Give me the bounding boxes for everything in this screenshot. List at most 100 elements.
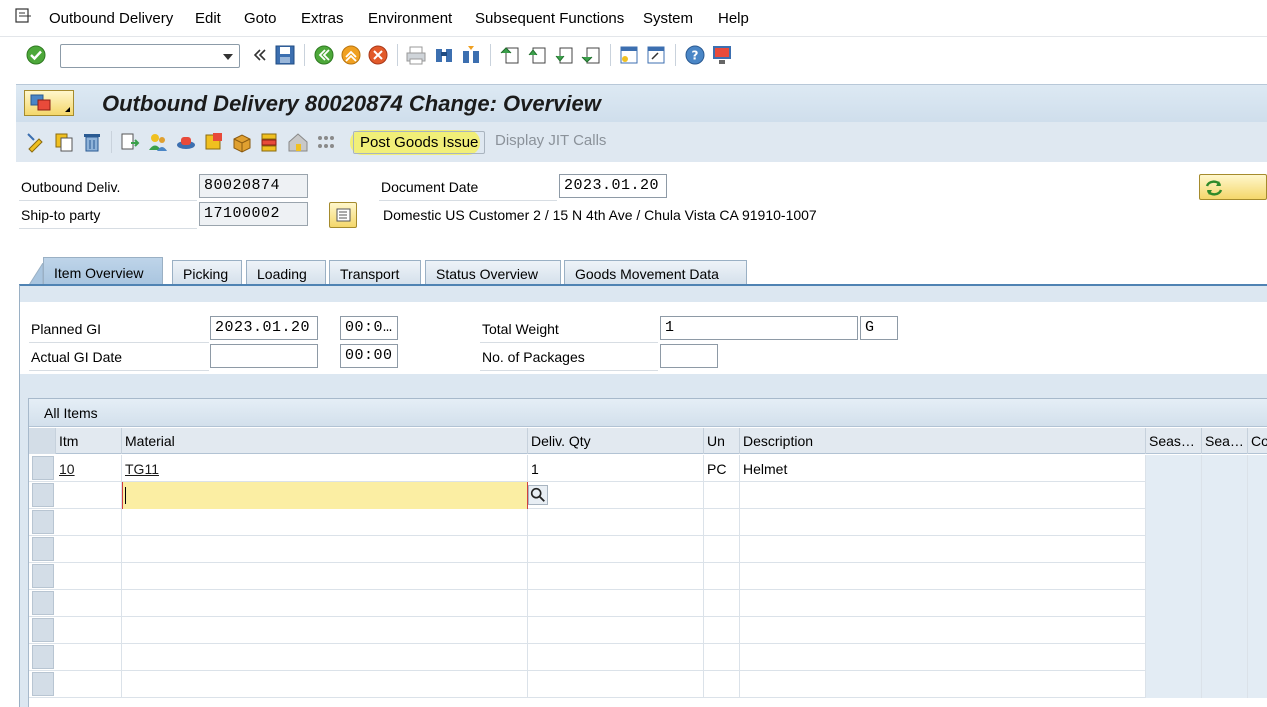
row-selector[interactable]	[32, 618, 54, 642]
back-icon[interactable]	[313, 44, 335, 66]
planned-gi-time-field[interactable]: 00:0…	[340, 316, 398, 340]
col-material[interactable]: Material	[122, 428, 528, 454]
col-deliv-qty[interactable]: Deliv. Qty	[528, 428, 704, 454]
next-page-icon[interactable]	[553, 44, 575, 66]
find-next-icon[interactable]	[460, 44, 482, 66]
shortcut-icon[interactable]	[645, 44, 667, 66]
table-cell[interactable]	[1202, 563, 1248, 590]
table-cell-qty[interactable]	[528, 563, 704, 590]
last-page-icon[interactable]	[580, 44, 602, 66]
packages-field[interactable]	[660, 344, 718, 368]
col-itm[interactable]: Itm	[56, 428, 122, 454]
menu-outbound-delivery[interactable]: Outbound Delivery	[49, 10, 173, 27]
table-cell-description[interactable]	[740, 644, 1146, 671]
table-cell-itm[interactable]	[56, 644, 122, 671]
switch-button[interactable]	[1199, 174, 1267, 200]
table-cell-qty[interactable]	[528, 617, 704, 644]
table-cell[interactable]	[1146, 590, 1202, 617]
table-cell-qty[interactable]	[528, 536, 704, 563]
table-cell-material[interactable]	[122, 644, 528, 671]
table-cell-itm[interactable]	[56, 509, 122, 536]
first-page-icon[interactable]	[499, 44, 521, 66]
table-cell-qty[interactable]	[528, 509, 704, 536]
weight-unit-field[interactable]: G	[860, 316, 898, 340]
table-cell-un[interactable]	[704, 482, 740, 509]
cell-text-material[interactable]: TG11	[125, 461, 159, 477]
table-cell[interactable]	[1146, 536, 1202, 563]
table-cell-description[interactable]	[740, 536, 1146, 563]
table-cell-material[interactable]	[122, 671, 528, 698]
total-weight-field[interactable]: 1	[660, 316, 858, 340]
row-selector[interactable]	[32, 483, 54, 507]
post-goods-issue-button[interactable]: Post Goods Issue	[353, 131, 486, 154]
table-cell[interactable]	[1248, 644, 1267, 671]
table-cell-un[interactable]	[704, 671, 740, 698]
row-selector[interactable]	[32, 456, 54, 480]
table-cell[interactable]	[1202, 509, 1248, 536]
row-selector[interactable]	[32, 591, 54, 615]
table-cell[interactable]	[1146, 617, 1202, 644]
menu-help[interactable]: Help	[718, 10, 749, 27]
table-cell-material[interactable]	[122, 617, 528, 644]
app-menu-button[interactable]	[24, 90, 74, 116]
menu-icon[interactable]	[15, 8, 33, 24]
table-cell[interactable]	[1248, 536, 1267, 563]
table-cell-material[interactable]	[122, 509, 528, 536]
table-cell[interactable]	[1248, 671, 1267, 698]
command-field[interactable]	[60, 44, 240, 68]
col-season-2[interactable]: Sea…	[1202, 428, 1248, 454]
table-cell[interactable]	[1248, 617, 1267, 644]
table-cell-un[interactable]	[704, 509, 740, 536]
table-cell[interactable]	[1248, 590, 1267, 617]
table-cell-description[interactable]	[740, 509, 1146, 536]
tab-status-overview[interactable]: Status Overview	[425, 260, 561, 285]
new-session-icon[interactable]	[618, 44, 640, 66]
table-cell-qty[interactable]	[528, 590, 704, 617]
help-icon[interactable]: ?	[684, 44, 706, 66]
menu-system[interactable]: System	[643, 10, 693, 27]
outbound-deliv-field[interactable]: 80020874	[199, 174, 308, 198]
actual-gi-time-field[interactable]: 00:00	[340, 344, 398, 368]
table-cell-itm[interactable]	[56, 482, 122, 509]
table-cell[interactable]	[1146, 563, 1202, 590]
table-cell-un[interactable]	[704, 617, 740, 644]
col-season-1[interactable]: Seas…	[1146, 428, 1202, 454]
ship-to-field[interactable]: 17100002	[199, 202, 308, 226]
tab-transport[interactable]: Transport	[329, 260, 421, 285]
table-cell-qty[interactable]	[528, 671, 704, 698]
row-selector[interactable]	[32, 645, 54, 669]
table-cell[interactable]	[1248, 482, 1267, 509]
table-cell[interactable]	[1248, 563, 1267, 590]
table-cell[interactable]	[1202, 536, 1248, 563]
table-cell-un[interactable]	[704, 590, 740, 617]
table-cell-description[interactable]	[740, 617, 1146, 644]
picking-icon[interactable]	[259, 131, 281, 153]
collapse-icon[interactable]	[248, 44, 270, 66]
table-cell-itm[interactable]	[56, 563, 122, 590]
table-cell-description[interactable]	[740, 482, 1146, 509]
save-icon[interactable]	[274, 44, 296, 66]
table-cell-description[interactable]: Helmet	[740, 455, 1146, 482]
texts-icon[interactable]	[203, 131, 225, 153]
find-icon[interactable]	[433, 44, 455, 66]
tab-loading[interactable]: Loading	[246, 260, 326, 285]
cell-text-itm[interactable]: 10	[59, 461, 75, 477]
col-un[interactable]: Un	[704, 428, 740, 454]
menu-environment[interactable]: Environment	[368, 10, 452, 27]
tab-goods-movement-data[interactable]: Goods Movement Data	[564, 260, 747, 285]
table-cell-itm[interactable]	[56, 536, 122, 563]
tab-item-overview[interactable]: Item Overview	[43, 257, 163, 285]
change-mode-icon[interactable]	[25, 131, 47, 153]
table-cell[interactable]	[1202, 482, 1248, 509]
table-cell-material[interactable]: TG11	[122, 455, 528, 482]
table-cell-itm[interactable]	[56, 671, 122, 698]
table-cell-un[interactable]	[704, 644, 740, 671]
previous-page-icon[interactable]	[526, 44, 548, 66]
table-cell[interactable]	[1202, 455, 1248, 482]
enter-check-icon[interactable]	[25, 44, 47, 66]
ship-to-details-button[interactable]	[329, 202, 357, 228]
table-cell-material[interactable]	[122, 563, 528, 590]
table-cell-description[interactable]	[740, 590, 1146, 617]
delete-icon[interactable]	[81, 131, 103, 153]
planned-gi-date-field[interactable]: 2023.01.20	[210, 316, 318, 340]
